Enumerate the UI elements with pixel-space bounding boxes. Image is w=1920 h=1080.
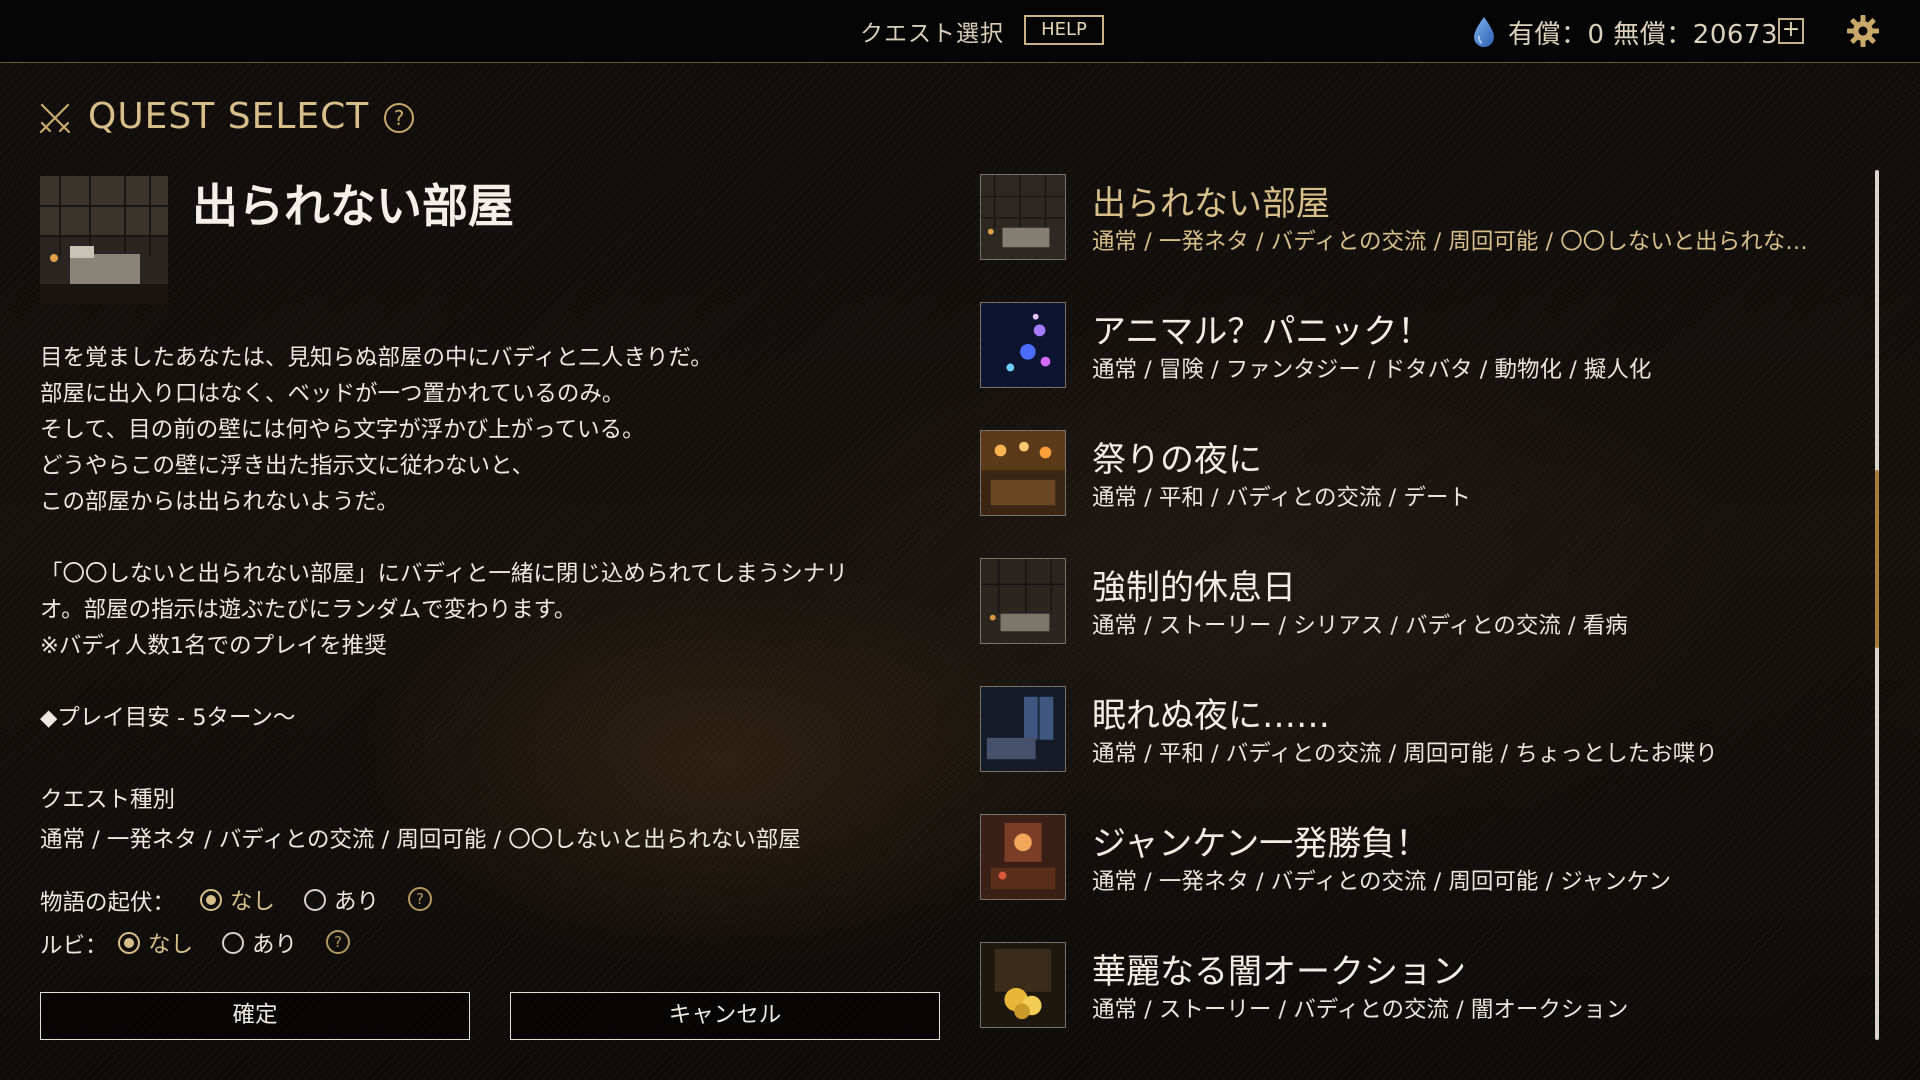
quest-list-item[interactable]: 出られない部屋 通常 / 一発ネタ / バディとの交流 / 周回可能 / 〇〇し… xyxy=(980,172,1870,272)
quest-list: 出られない部屋 通常 / 一発ネタ / バディとの交流 / 周回可能 / 〇〇し… xyxy=(980,170,1870,1040)
description-line: 部屋に出入り口はなく、ベッドが一つ置かれているのみ。 xyxy=(40,381,625,407)
quest-thumbnail xyxy=(980,302,1066,388)
quest-name: 華麗なる闇オークション xyxy=(1092,952,1466,992)
story-option-help-icon[interactable]: ? xyxy=(408,887,432,911)
top-bar: クエスト選択 HELP 有償：0 無償：20673 + xyxy=(0,0,1920,63)
quest-list-item[interactable]: 強制的休息日 通常 / ストーリー / シリアス / バディとの交流 / 看病 xyxy=(980,556,1870,656)
quest-tags: 通常 / 平和 / バディとの交流 / 周回可能 / ちょっとしたお喋り xyxy=(1092,741,1718,767)
quest-thumbnail xyxy=(980,558,1066,644)
quest-thumbnail xyxy=(980,174,1066,260)
quest-tags: 通常 / ストーリー / バディとの交流 / 闇オークション xyxy=(1092,997,1629,1023)
quest-name: アニマル？パニック！ xyxy=(1092,312,1432,352)
help-button[interactable]: HELP xyxy=(1024,15,1104,45)
ruby-option-label: ルビ： xyxy=(40,933,108,959)
quest-thumbnail xyxy=(980,814,1066,900)
quest-name: ジャンケン一発勝負！ xyxy=(1092,824,1430,864)
quest-description: 目を覚ましたあなたは、見知らぬ部屋の中にバディと二人きりだ。 部屋に出入り口はな… xyxy=(40,340,940,664)
screen-title: クエスト選択 xyxy=(860,21,1004,47)
water-drop-icon xyxy=(1474,17,1494,47)
ruby-option-row: ルビ： なし あり ? xyxy=(40,928,540,962)
quest-list-item[interactable]: ジャンケン一発勝負！ 通常 / 一発ネタ / バディとの交流 / 周回可能 / … xyxy=(980,812,1870,912)
story-option-label: 物語の起伏： xyxy=(40,890,176,916)
ruby-option-help-icon[interactable]: ? xyxy=(326,930,350,954)
quest-detail-title: 出られない部屋 xyxy=(192,179,514,233)
quest-tags: 通常 / ストーリー / シリアス / バディとの交流 / 看病 xyxy=(1092,613,1628,639)
story-option-row: 物語の起伏： なし あり ? xyxy=(40,885,540,919)
quest-tags: 通常 / 一発ネタ / バディとの交流 / 周回可能 / ジャンケン xyxy=(1092,869,1671,895)
cancel-button[interactable]: キャンセル xyxy=(510,992,940,1040)
confirm-button[interactable]: 確定 xyxy=(40,992,470,1040)
quest-list-item[interactable]: アニマル？パニック！ 通常 / 冒険 / ファンタジー / ドタバタ / 動物化… xyxy=(980,300,1870,400)
quest-tags: 通常 / 平和 / バディとの交流 / デート xyxy=(1092,485,1471,511)
page-title: QUEST SELECT xyxy=(88,96,370,137)
quest-list-scrollbar-thumb[interactable] xyxy=(1875,470,1879,648)
quest-name: 出られない部屋 xyxy=(1092,184,1330,224)
quest-detail-thumbnail xyxy=(40,176,168,304)
quest-name: 祭りの夜に xyxy=(1092,440,1262,480)
currency-display: 有償：0 無償：20673 xyxy=(1508,20,1779,50)
quest-kind-label: クエスト種別 xyxy=(40,787,176,813)
description-line: 「〇〇しないと出られない部屋」にバディと一緒に閉じ込められてしまうシナリ xyxy=(40,561,848,587)
description-line: ※バディ人数1名でのプレイを推奨 xyxy=(40,633,387,659)
crossed-swords-icon xyxy=(39,103,71,134)
description-line: この部屋からは出られないようだ。 xyxy=(40,489,399,515)
quest-thumbnail xyxy=(980,686,1066,772)
description-line: 目を覚ましたあなたは、見知らぬ部屋の中にバディと二人きりだ。 xyxy=(40,345,713,371)
quest-select-help-icon[interactable]: ? xyxy=(384,103,414,133)
quest-name: 強制的休息日 xyxy=(1092,568,1296,608)
quest-list-item[interactable]: 華麗なる闇オークション 通常 / ストーリー / バディとの交流 / 闇オークシ… xyxy=(980,940,1870,1040)
description-line: オ。部屋の指示は遊ぶたびにランダムで変わります。 xyxy=(40,597,577,623)
quest-list-item[interactable]: 眠れぬ夜に…… 通常 / 平和 / バディとの交流 / 周回可能 / ちょっとし… xyxy=(980,684,1870,784)
quest-name: 眠れぬ夜に…… xyxy=(1092,696,1330,736)
quest-list-item[interactable]: 祭りの夜に 通常 / 平和 / バディとの交流 / デート xyxy=(980,428,1870,528)
room-image xyxy=(40,176,168,304)
quest-thumbnail xyxy=(980,430,1066,516)
quest-kind-value: 通常 / 一発ネタ / バディとの交流 / 周回可能 / 〇〇しないと出られない… xyxy=(40,827,801,853)
quest-tags: 通常 / 一発ネタ / バディとの交流 / 周回可能 / 〇〇しないと出られな… xyxy=(1092,229,1808,255)
quest-thumbnail xyxy=(980,942,1066,1028)
play-time-estimate: ◆プレイ目安 - 5ターン～ xyxy=(40,705,296,731)
quest-tags: 通常 / 冒険 / ファンタジー / ドタバタ / 動物化 / 擬人化 xyxy=(1092,357,1652,383)
description-line: そして、目の前の壁には何やら文字が浮かび上がっている。 xyxy=(40,417,645,443)
description-line: どうやらこの壁に浮き出た指示文に従わないと、 xyxy=(40,453,535,479)
gear-icon[interactable] xyxy=(1846,14,1880,48)
add-currency-button[interactable]: + xyxy=(1778,18,1804,44)
